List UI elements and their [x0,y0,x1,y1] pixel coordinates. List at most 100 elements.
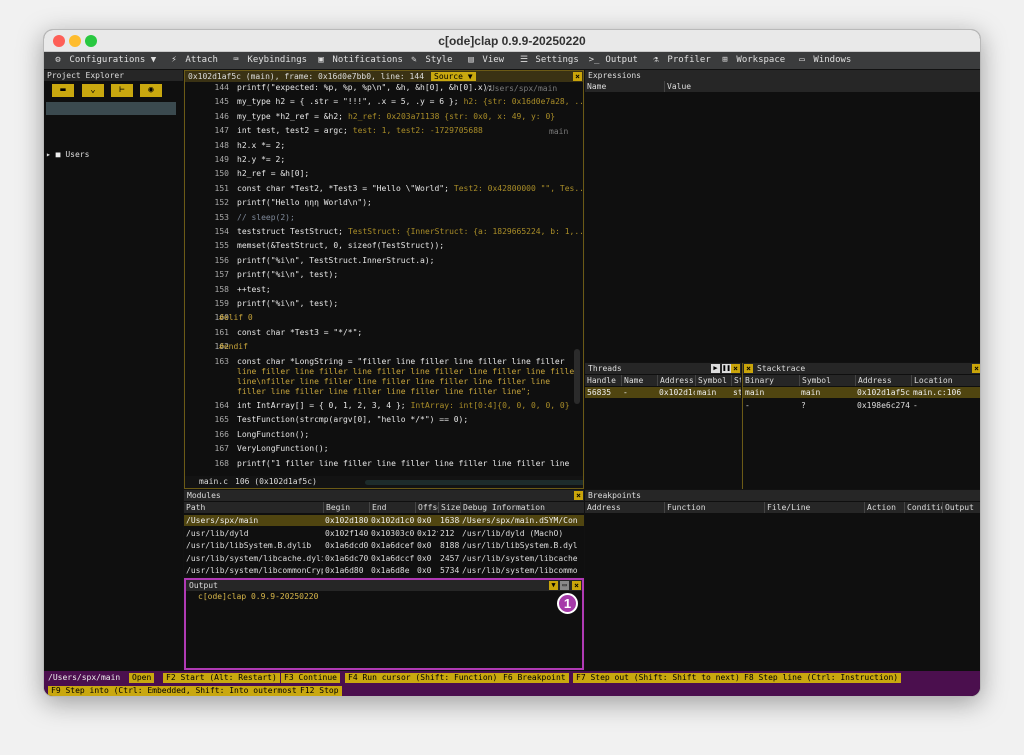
source-dropdown[interactable]: Source ▼ [431,72,476,81]
column-output[interactable]: Output [942,502,980,513]
menu-style[interactable]: ✎ Style [408,52,452,69]
line-number[interactable]: 147 [185,126,229,135]
column-symbol[interactable]: Symbol [695,375,731,386]
stack-frame-row[interactable]: - ? 0x198e6c274 - [743,400,980,411]
line-number[interactable]: 146 [185,112,229,121]
line-number[interactable]: 157 [185,270,229,279]
module-row[interactable]: /usr/lib/system/libcache.dylib 0x1a6dc70 0… [184,553,584,564]
close-icon[interactable]: × [573,72,582,81]
column-path[interactable]: Path [184,502,323,513]
menu-output[interactable]: >_ Output [588,52,638,69]
run-cursor-button[interactable]: F4 Run cursor (Shift: Function) [345,673,501,683]
explorer-filter-input[interactable] [46,102,176,115]
menu-windows[interactable]: ▭ Windows [796,52,851,69]
column-address[interactable]: Address [657,375,695,386]
step-out-button[interactable]: F7 Step out (Shift: Shift to next) [573,673,743,683]
line-number[interactable]: 158 [185,285,229,294]
step-into-button[interactable]: F9 Step into (Ctrl: Embedded, Shift: Int… [48,686,305,696]
thread-row[interactable]: 56835 - 0x102d1c main st [585,387,741,398]
open-folder-button[interactable]: ▬ [52,84,74,97]
collapse-button[interactable]: ⌄ [82,84,104,97]
menu-configurations[interactable]: ⚙ Configurations ▼ [52,52,156,69]
code-text: printf("%i\n", TestStruct.InnerStruct.a)… [237,255,435,265]
close-icon[interactable]: × [744,364,753,373]
column-file-line[interactable]: File/Line [764,502,864,513]
line-number[interactable]: 161 [185,328,229,337]
filter-icon[interactable]: ▼ [549,581,558,590]
close-icon[interactable]: × [572,581,581,590]
tree-button[interactable]: ⊢ [111,84,133,97]
line-number[interactable]: 155 [185,241,229,250]
line-number[interactable]: 168 [185,459,229,468]
line-number[interactable]: 165 [185,415,229,424]
column-offset[interactable]: Offse [415,502,438,513]
menu-attach[interactable]: ⚡ Attach [168,52,218,69]
breakpoint-button[interactable]: F6 Breakpoint [500,673,569,683]
column-size[interactable]: Size [438,502,460,513]
line-number[interactable]: 164 [185,401,229,410]
line-number[interactable]: 152 [185,198,229,207]
column-address[interactable]: Address [855,375,911,386]
close-icon[interactable]: × [574,491,583,500]
module-row[interactable]: /usr/lib/dyld 0x102f1400x10303c00x12f212 /… [184,528,584,539]
module-row[interactable]: /Users/spx/main 0x102d180 0x102d1c0 0x0 1638… [184,515,584,526]
column-condition[interactable]: Conditio [904,502,942,513]
line-number[interactable]: 150 [185,169,229,178]
column-begin[interactable]: Begin [323,502,369,513]
tree-item-users[interactable]: ▸ ■ Users [46,150,89,160]
column-debug-info[interactable]: Debug Information [460,502,584,513]
line-number[interactable]: 153 [185,213,229,222]
editor-scrollbar[interactable] [574,349,580,404]
column-binary[interactable]: Binary [743,375,799,386]
hide-button[interactable]: ◉ [140,84,162,97]
menu-notifications[interactable]: ▣ Notifications [315,52,403,69]
continue-button[interactable]: F3 Continue [281,673,340,683]
pause-icon[interactable]: ❚❚ [722,364,731,373]
line-number[interactable]: 163 [185,357,229,366]
column-name[interactable]: Name [621,375,657,386]
column-action[interactable]: Action [864,502,904,513]
line-number[interactable]: 156 [185,256,229,265]
clear-icon[interactable]: ▭ [560,581,569,590]
column-handle[interactable]: Handle [585,375,621,386]
column-symbol[interactable]: Symbol [799,375,855,386]
column-state[interactable]: St [731,375,741,386]
line-number[interactable]: 145 [185,97,229,106]
line-number[interactable]: 154 [185,227,229,236]
column-name[interactable]: Name [585,81,664,92]
menu-workspace[interactable]: ⊞ Workspace [719,52,785,69]
cell-symbol: main [801,388,821,397]
module-row[interactable]: /usr/lib/system/libcommonCrypt 0x1a6d80 0x… [184,565,584,576]
open-button[interactable]: Open [129,673,155,683]
code-text: const char *LongString = "filler line fi… [237,356,565,366]
stop-button[interactable]: F12 Stop [297,686,342,696]
menu-view[interactable]: ▤ View [465,52,504,69]
column-location[interactable]: Location [911,375,980,386]
play-icon[interactable]: ▶ [711,364,720,373]
line-number[interactable]: 166 [185,430,229,439]
line-number[interactable]: 149 [185,155,229,164]
column-function[interactable]: Function [664,502,764,513]
horizontal-scrollbar[interactable] [365,480,583,485]
menu-label: Attach [185,55,218,65]
column-value[interactable]: Value [664,81,980,92]
module-row[interactable]: /usr/lib/libSystem.B.dylib 0x1a6dcd0 0x1a6… [184,540,584,551]
line-number[interactable]: 148 [185,141,229,150]
menu-keybindings[interactable]: ⌨ Keybindings [230,52,307,69]
start-button[interactable]: F2 Start (Alt: Restart) [163,673,280,683]
stack-frame-row[interactable]: main main 0x102d1af5c main.c:106 [743,387,980,398]
close-icon[interactable]: × [731,364,740,373]
code-line: #elif 0 [219,313,253,323]
line-number[interactable]: 144 [185,83,229,92]
line-number[interactable]: 151 [185,184,229,193]
code-area[interactable]: 144 printf("expected: %p, %p, %p\n", &h, … [185,82,583,476]
output-text[interactable]: c[ode]clap 0.9.9-20250220 [198,592,318,602]
column-end[interactable]: End [369,502,415,513]
close-icon[interactable]: × [972,364,980,373]
step-line-button[interactable]: F8 Step line (Ctrl: Instruction) [741,673,902,683]
menu-profiler[interactable]: ⚗ Profiler [650,52,711,69]
column-address[interactable]: Address [585,502,664,513]
menu-settings[interactable]: ☰ Settings [518,52,579,69]
line-number[interactable]: 159 [185,299,229,308]
line-number[interactable]: 167 [185,444,229,453]
